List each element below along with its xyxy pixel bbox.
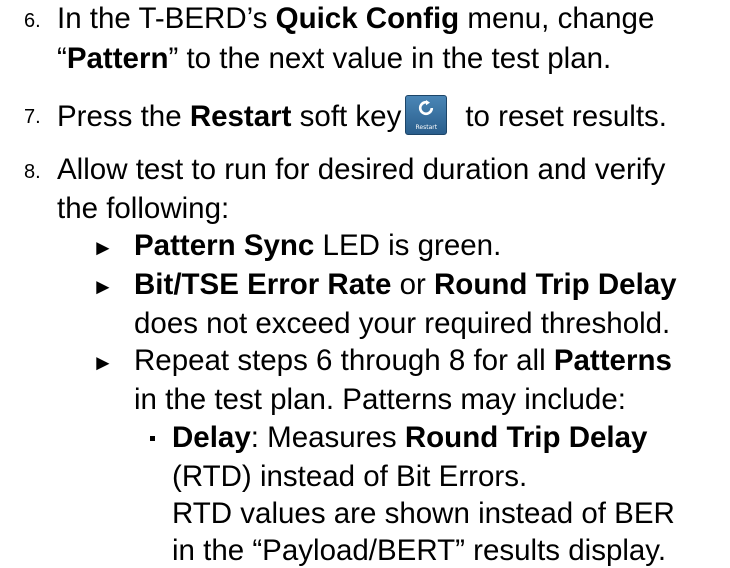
bullet-repeat-line-1: Repeat steps 6 through 8 for all Pattern… — [134, 344, 672, 377]
sub-delay-line-2: (RTD) instead of Bit Errors. — [172, 460, 528, 493]
step-6-line-2: “Pattern” to the next value in the test … — [57, 42, 612, 75]
sub-delay-line-1: Delay: Measures Round Trip Delay — [172, 421, 648, 454]
bullet-arrow-icon: ► — [92, 350, 114, 375]
quick-config-term: Quick Config — [275, 2, 460, 35]
step-7-line: Press the Restart soft key Restart to rese… — [57, 95, 667, 138]
restart-icon: Restart — [405, 95, 448, 135]
step-6-line-1: In the T-BERD’s Quick Config menu, chang… — [57, 2, 655, 35]
step-8-line-1: Allow test to run for desired duration a… — [57, 153, 666, 186]
sub-delay-line-3: RTD values are shown instead of BER — [172, 497, 675, 530]
step-number: 8. — [24, 161, 41, 183]
bullet-error-rate-line-2: does not exceed your required threshold. — [134, 307, 671, 340]
bullet-arrow-icon: ► — [92, 274, 114, 299]
bullet-pattern-sync: Pattern Sync LED is green. — [134, 229, 502, 262]
bullet-repeat-line-2: in the test plan. Patterns may include: — [134, 383, 626, 416]
pattern-term: Pattern — [66, 42, 169, 75]
square-bullet-icon — [150, 436, 155, 441]
restart-term: Restart — [189, 99, 292, 133]
restart-icon-label: Restart — [415, 124, 438, 131]
step-8-line-2: the following: — [57, 192, 230, 225]
step-number: 7. — [24, 106, 41, 128]
bullet-arrow-icon: ► — [92, 235, 114, 260]
step-number: 6. — [24, 10, 41, 32]
sub-delay-line-4: in the “Payload/BERT” results display. — [172, 534, 667, 567]
bullet-error-rate-line-1: Bit/TSE Error Rate or Round Trip Delay — [134, 268, 677, 301]
instruction-page: 6. In the T-BERD’s Quick Config menu, ch… — [0, 0, 730, 568]
